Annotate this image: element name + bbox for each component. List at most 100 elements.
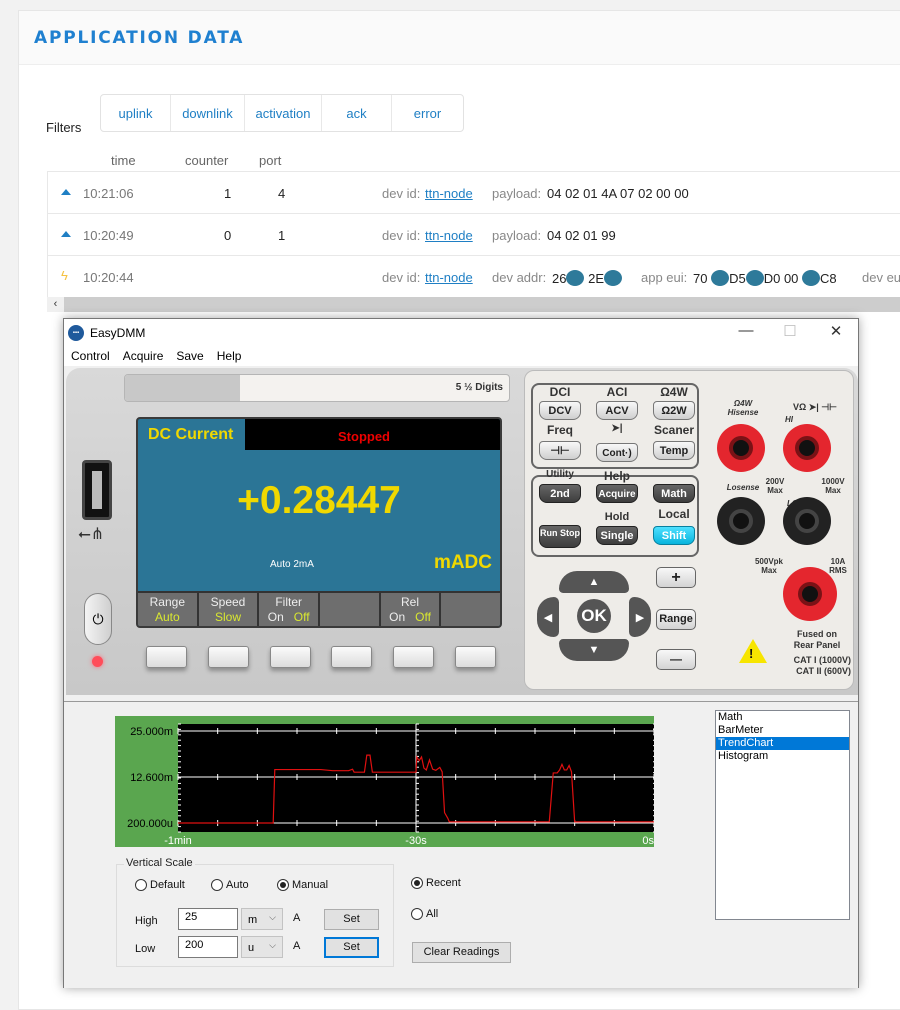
run-stop-button[interactable]: Run Stop: [539, 525, 581, 548]
lo-jack[interactable]: [783, 497, 831, 545]
fkey-6[interactable]: [454, 646, 496, 668]
current-jack[interactable]: [783, 567, 837, 621]
redaction-blob: [566, 270, 585, 286]
nav-right-button[interactable]: ▶: [629, 597, 651, 637]
ok-button[interactable]: OK: [577, 599, 611, 633]
radio-manual[interactable]: Manual: [277, 879, 328, 891]
close-button[interactable]: ✕: [816, 322, 856, 340]
menu-save[interactable]: Save: [176, 349, 203, 363]
label-local: Local: [658, 507, 690, 521]
reading-unit: mADC: [433, 552, 492, 573]
nav-up-button[interactable]: ▲: [559, 571, 629, 593]
view-item-trendchart[interactable]: TrendChart: [716, 737, 849, 750]
y-tick-label: 200.000u: [127, 818, 173, 830]
math-button[interactable]: Math: [653, 484, 695, 503]
horizontal-scrollbar[interactable]: ‹: [47, 297, 900, 312]
single-button[interactable]: Single: [596, 526, 638, 545]
label-200v-max: 200V Max: [765, 477, 785, 495]
payload-label: payload:: [492, 186, 542, 201]
fkey-1[interactable]: [146, 646, 187, 668]
low-prefix-select[interactable]: u ⌵: [241, 936, 283, 958]
set-high-button[interactable]: Set: [324, 909, 379, 930]
filter-downlink[interactable]: downlink: [171, 95, 245, 131]
high-value-input[interactable]: 25: [178, 908, 238, 930]
row-time: 10:20:44: [83, 270, 134, 285]
view-item-math[interactable]: Math: [716, 711, 849, 724]
losense-jack[interactable]: [717, 497, 765, 545]
set-low-button[interactable]: Set: [324, 937, 379, 958]
view-item-histogram[interactable]: Histogram: [716, 750, 849, 763]
view-listbox[interactable]: Math BarMeter TrendChart Histogram: [715, 710, 850, 920]
fkey-2[interactable]: [207, 646, 249, 668]
hisense-jack[interactable]: [717, 424, 765, 472]
radio-default[interactable]: Default: [135, 879, 185, 891]
radio-all[interactable]: All: [411, 908, 438, 920]
range-button[interactable]: Range: [656, 609, 696, 630]
col-time: time: [111, 153, 136, 168]
scroll-left-icon[interactable]: ‹: [47, 297, 64, 312]
radio-circle-selected: [277, 879, 289, 891]
dev-id-label: dev id:: [382, 228, 421, 243]
fkey-3[interactable]: [269, 646, 311, 668]
high-unit: A: [293, 912, 301, 924]
title-bar[interactable]: ▪▪▪ EasyDMM — ☐ ✕: [64, 319, 858, 346]
trend-chart-svg: 25.000m 12.600m 200.000u -1min -30s 0s: [127, 723, 654, 847]
filter-activation[interactable]: activation: [245, 95, 322, 131]
hi-jack[interactable]: [783, 424, 831, 472]
dev-id-link[interactable]: ttn-node: [425, 228, 473, 243]
softkey-empty: [441, 593, 500, 626]
fkey-5[interactable]: [393, 646, 435, 668]
power-icon: ⏻: [92, 610, 104, 627]
table-row[interactable]: 10:21:06 1 4 dev id: ttn-node payload: 0…: [48, 172, 900, 214]
digits-label: 5 ½ Digits: [455, 382, 503, 393]
filter-uplink[interactable]: uplink: [101, 95, 171, 131]
low-value-input[interactable]: 200: [178, 936, 238, 958]
high-prefix-select[interactable]: m ⌵: [241, 908, 283, 930]
redaction-blob: [604, 270, 622, 286]
fkey-4[interactable]: [331, 646, 373, 668]
softkey-filter: Filter On Off: [259, 593, 321, 626]
radio-auto[interactable]: Auto: [211, 879, 249, 891]
minus-button[interactable]: —: [656, 649, 696, 670]
shift-button[interactable]: Shift: [653, 526, 695, 545]
acv-button[interactable]: ACV: [596, 401, 638, 420]
acquire-button[interactable]: Acquire: [596, 484, 638, 503]
capacitance-button[interactable]: ⊣⊢: [539, 441, 581, 460]
o2w-button[interactable]: Ω2W: [653, 401, 695, 420]
control-panel: DCI ACI Ω4W DCV ACV Ω2W Freq ➤| Scaner ⊣…: [524, 370, 854, 690]
continuity-button[interactable]: Cont·): [596, 443, 638, 462]
table-row[interactable]: 10:20:49 0 1 dev id: ttn-node payload: 0…: [48, 214, 900, 256]
filter-error[interactable]: error: [392, 95, 463, 131]
temp-button[interactable]: Temp: [653, 441, 695, 460]
plus-button[interactable]: +: [656, 567, 696, 588]
row-time: 10:20:49: [83, 228, 134, 243]
digits-progress-fill: [125, 375, 241, 401]
second-button[interactable]: 2nd: [539, 484, 581, 503]
nav-left-button[interactable]: ◀: [537, 597, 559, 637]
label-fused: Fused on Rear Panel: [793, 629, 841, 650]
trend-chart: 25.000m 12.600m 200.000u -1min -30s 0s: [115, 716, 654, 847]
card-header: APPLICATION DATA: [19, 11, 900, 65]
menu-help[interactable]: Help: [217, 349, 242, 363]
dev-id-link[interactable]: ttn-node: [425, 186, 473, 201]
softkey-range: Range Auto: [138, 593, 199, 626]
view-item-barmeter[interactable]: BarMeter: [716, 724, 849, 737]
x-tick-label: -30s: [405, 835, 427, 847]
filter-ack[interactable]: ack: [322, 95, 392, 131]
payload-label: payload:: [492, 228, 542, 243]
menu-control[interactable]: Control: [71, 349, 110, 363]
menu-acquire[interactable]: Acquire: [123, 349, 164, 363]
clear-readings-button[interactable]: Clear Readings: [412, 942, 511, 963]
chevron-down-icon: ⌵: [269, 912, 276, 922]
power-button[interactable]: ⏻: [84, 593, 112, 645]
table-row[interactable]: ϟ 10:20:44 dev id: ttn-node dev addr: 26…: [48, 256, 900, 298]
minimize-button[interactable]: —: [726, 322, 766, 339]
row-port: 4: [278, 186, 286, 201]
dcv-button[interactable]: DCV: [539, 401, 581, 420]
nav-down-button[interactable]: ▼: [559, 639, 629, 661]
maximize-button[interactable]: ☐: [770, 322, 810, 340]
dev-id-link[interactable]: ttn-node: [425, 270, 473, 285]
payload-value: 04 02 01 4A 07 02 00 00: [547, 186, 689, 201]
label-aci: ACI: [606, 385, 628, 399]
radio-recent[interactable]: Recent: [411, 877, 461, 889]
